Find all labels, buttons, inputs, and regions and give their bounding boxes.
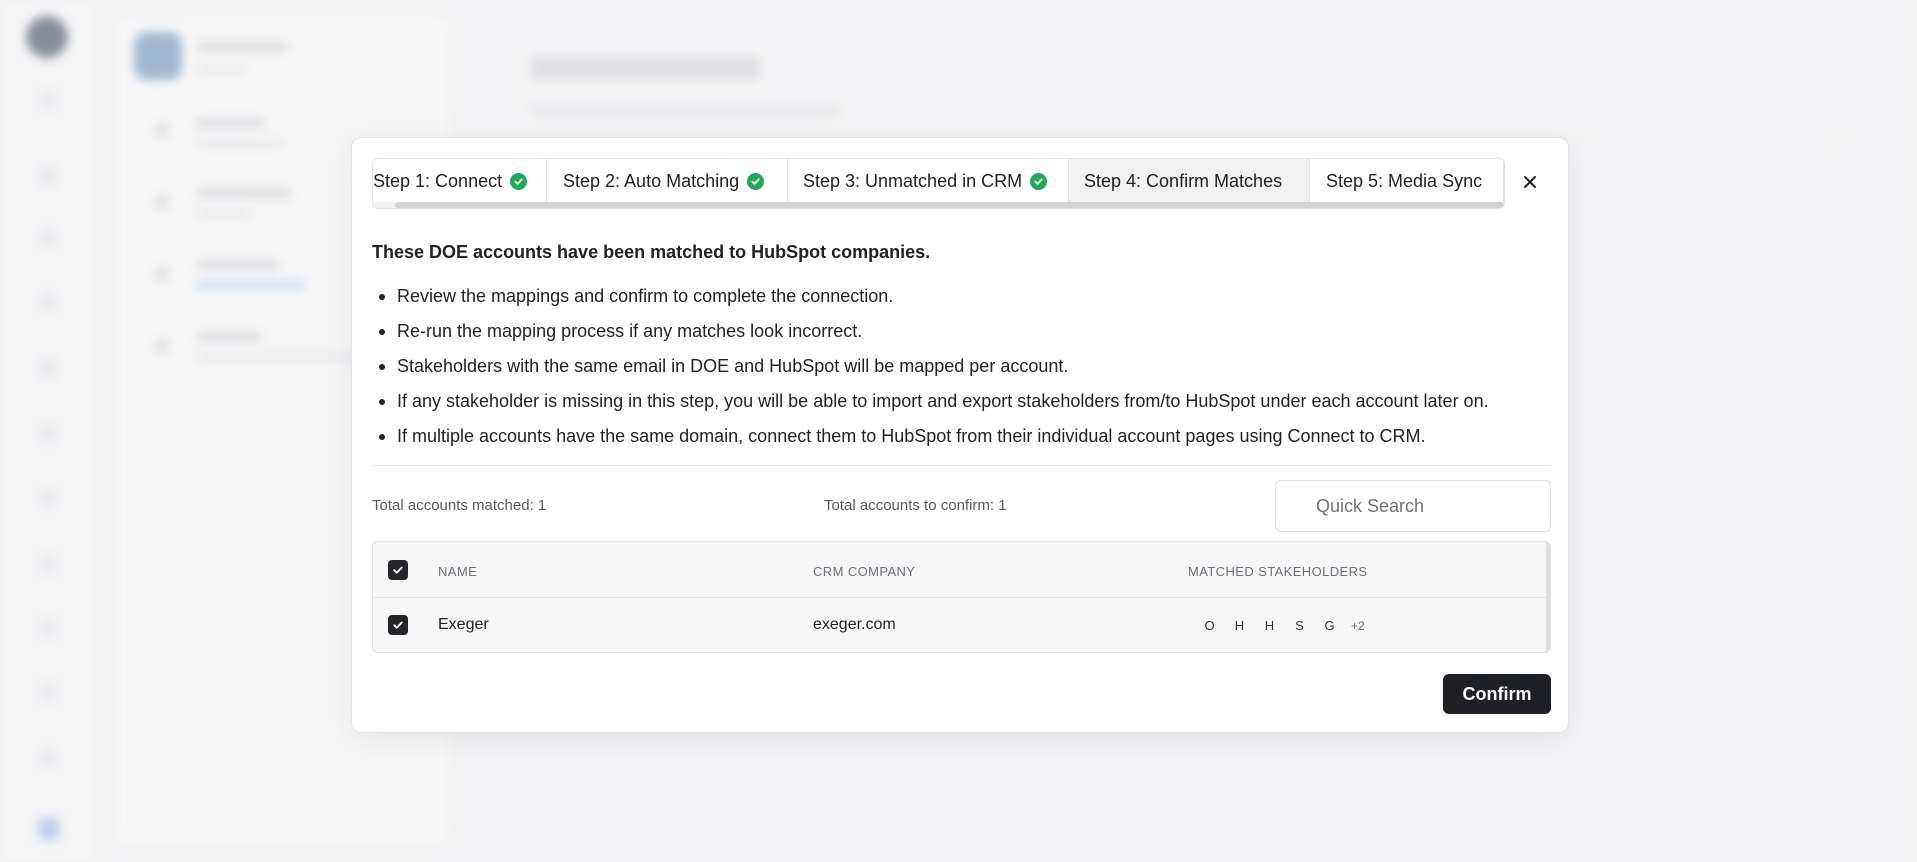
select-all-checkbox[interactable] [388, 560, 408, 580]
tabs-scrollbar-thumb[interactable] [395, 202, 1504, 208]
stakeholder-avatar[interactable]: S [1289, 615, 1310, 636]
tab-step-2-auto-matching[interactable]: Step 2: Auto Matching [547, 159, 788, 203]
tab-label: Step 4: Confirm Matches [1084, 170, 1283, 191]
confirm-button[interactable]: Confirm [1443, 674, 1551, 714]
checkmark-icon [393, 621, 403, 629]
tab-label: Step 1: Connect [373, 170, 503, 191]
close-button[interactable] [1518, 170, 1542, 194]
tab-step-5-media-sync[interactable]: Step 5: Media Sync [1310, 159, 1504, 203]
check-circle-icon [510, 172, 528, 190]
stepper-tabs: Step 1: Connect Step 2: Auto Matching St… [372, 158, 1505, 209]
stakeholder-avatars: O H H S G +2 [1199, 615, 1365, 636]
instruction-item: If multiple accounts have the same domai… [372, 419, 1552, 454]
total-matched-label: Total accounts matched: 1 [372, 497, 547, 514]
close-icon [1524, 176, 1536, 188]
stakeholder-avatar[interactable]: H [1259, 615, 1280, 636]
intro-text: These DOE accounts have been matched to … [372, 242, 931, 262]
column-header-crm-company[interactable]: CRM COMPANY [813, 564, 915, 579]
matches-table: NAME CRM COMPANY MATCHED STAKEHOLDERS Ex… [372, 541, 1551, 653]
total-to-confirm-label: Total accounts to confirm: 1 [824, 497, 1007, 514]
quick-search-input[interactable] [1275, 480, 1551, 532]
column-header-matched-stakeholders[interactable]: MATCHED STAKEHOLDERS [1188, 564, 1367, 579]
tab-step-4-confirm-matches[interactable]: Step 4: Confirm Matches [1069, 159, 1310, 203]
check-circle-icon [1030, 172, 1048, 190]
table-row[interactable]: Exeger exeger.com O H H S G +2 [373, 598, 1546, 652]
account-name: Exeger [438, 616, 489, 633]
crm-company: exeger.com [813, 616, 896, 633]
instruction-item: If any stakeholder is missing in this st… [372, 384, 1552, 419]
row-checkbox[interactable] [388, 615, 408, 635]
crm-connection-modal: Step 1: Connect Step 2: Auto Matching St… [351, 137, 1569, 733]
tab-label: Step 5: Media Sync [1326, 170, 1483, 191]
column-header-name[interactable]: NAME [438, 564, 477, 579]
tab-label: Step 3: Unmatched in CRM [803, 170, 1023, 191]
stakeholder-avatar[interactable]: H [1229, 615, 1250, 636]
instruction-item: Review the mappings and confirm to compl… [372, 279, 1552, 314]
check-circle-icon [747, 172, 765, 190]
section-divider [372, 465, 1551, 466]
instruction-item: Re-run the mapping process if any matche… [372, 314, 1552, 349]
checkmark-icon [393, 566, 403, 574]
instructions-list: Review the mappings and confirm to compl… [372, 279, 1552, 454]
table-header: NAME CRM COMPANY MATCHED STAKEHOLDERS [373, 542, 1546, 598]
stakeholder-avatar[interactable]: O [1199, 615, 1220, 636]
stakeholder-avatar[interactable]: G [1319, 615, 1340, 636]
tab-step-3-unmatched-in-crm[interactable]: Step 3: Unmatched in CRM [788, 159, 1069, 203]
table-scrollbar[interactable] [1546, 542, 1550, 652]
instruction-item: Stakeholders with the same email in DOE … [372, 349, 1552, 384]
more-stakeholders-count[interactable]: +2 [1351, 619, 1365, 633]
tab-step-1-connect[interactable]: Step 1: Connect [373, 159, 547, 203]
tab-label: Step 2: Auto Matching [563, 170, 740, 191]
